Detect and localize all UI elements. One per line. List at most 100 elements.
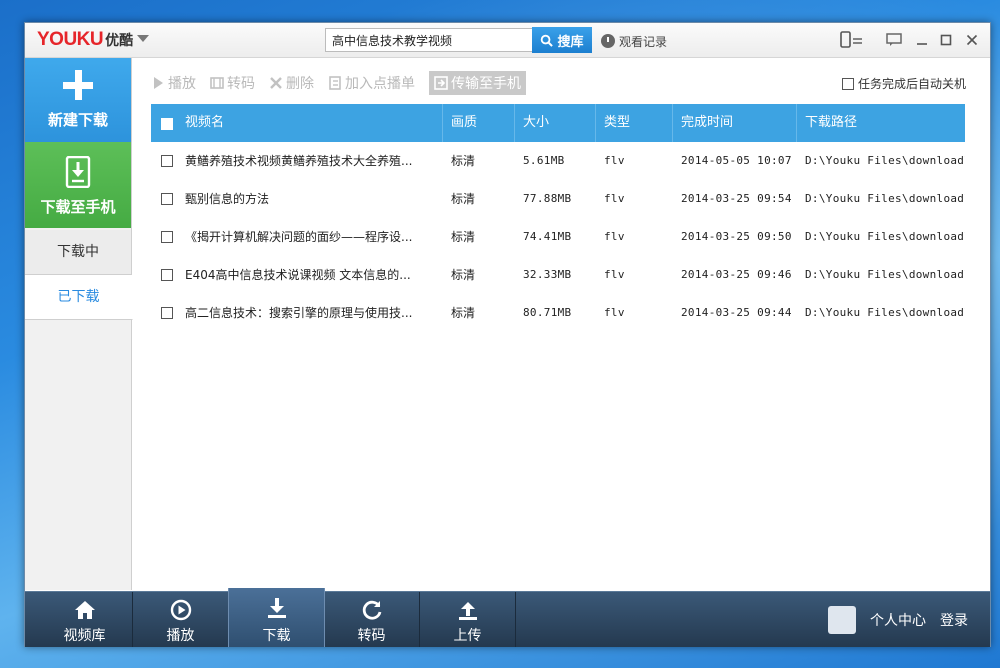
delete-button[interactable]: 删除 bbox=[269, 73, 314, 93]
select-all-checkbox[interactable] bbox=[161, 118, 173, 130]
download-path: D:\Youku Files\download\ bbox=[805, 192, 965, 205]
video-quality: 标清 bbox=[451, 306, 476, 320]
add-to-playlist-button[interactable]: 加入点播单 bbox=[328, 73, 415, 93]
video-type: flv bbox=[604, 230, 625, 243]
search-button-label: 搜库 bbox=[557, 33, 584, 49]
play-button[interactable]: 播放 bbox=[151, 73, 196, 93]
completed-time: 2014-03-25 09:46 bbox=[681, 268, 792, 281]
video-quality: 标清 bbox=[451, 268, 476, 282]
table-row[interactable]: E404高中信息技术说课视频 文本信息的... 标清 32.33MB flv 2… bbox=[151, 256, 965, 294]
row-checkbox[interactable] bbox=[161, 155, 173, 167]
download-to-phone-button[interactable]: 下载至手机 bbox=[25, 142, 131, 228]
video-quality: 标清 bbox=[451, 192, 476, 206]
search-input[interactable] bbox=[325, 28, 538, 52]
clock-icon bbox=[601, 34, 615, 48]
nav-label: 下载 bbox=[262, 628, 291, 644]
youku-window: YOUKU 优酷 搜库 观看记录 bbox=[24, 22, 991, 647]
search-button[interactable]: 搜库 bbox=[532, 27, 592, 53]
nav-play[interactable]: 播放 bbox=[133, 592, 229, 647]
row-checkbox[interactable] bbox=[161, 269, 173, 281]
video-quality: 标清 bbox=[451, 154, 476, 168]
table-row[interactable]: 高二信息技术：搜索引擎的原理与使用技... 标清 80.71MB flv 201… bbox=[151, 294, 965, 332]
play-label: 播放 bbox=[168, 76, 196, 92]
logo-text-cn: 优酷 bbox=[105, 33, 134, 49]
playlist-icon bbox=[329, 76, 341, 90]
transfer-to-phone-label: 传输至手机 bbox=[451, 76, 521, 92]
nav-download[interactable]: 下载 bbox=[228, 588, 325, 647]
phone-download-icon bbox=[65, 156, 91, 188]
user-center-link[interactable]: 个人中心 bbox=[870, 610, 926, 630]
download-path: D:\Youku Files\download\ bbox=[805, 268, 965, 281]
column-header-name[interactable]: 视频名 bbox=[177, 104, 443, 142]
table-row[interactable]: 黄鳝养殖技术视频黄鳝养殖技术大全养殖... 标清 5.61MB flv 2014… bbox=[151, 142, 965, 180]
video-size: 77.88MB bbox=[523, 192, 572, 205]
home-icon bbox=[75, 601, 95, 619]
action-toolbar: 播放 转码 删除 加入点播单 传输至手机 bbox=[151, 71, 526, 95]
nav-label: 转码 bbox=[357, 628, 386, 644]
download-icon bbox=[268, 598, 286, 618]
video-quality: 标清 bbox=[451, 230, 476, 244]
avatar[interactable] bbox=[828, 606, 856, 634]
video-name: 《揭开计算机解决问题的面纱——程序设... bbox=[185, 230, 413, 244]
completed-time: 2014-03-25 09:54 bbox=[681, 192, 792, 205]
youku-logo[interactable]: YOUKU 优酷 bbox=[37, 29, 133, 51]
download-to-phone-label: 下载至手机 bbox=[40, 198, 116, 216]
auto-shutdown-checkbox[interactable] bbox=[841, 77, 854, 90]
auto-shutdown-label: 任务完成后自动关机 bbox=[857, 77, 966, 91]
upload-icon bbox=[459, 602, 477, 620]
maximize-icon[interactable] bbox=[937, 31, 955, 49]
row-checkbox[interactable] bbox=[161, 307, 173, 319]
video-type: flv bbox=[604, 268, 625, 281]
nav-video-library[interactable]: 视频库 bbox=[37, 592, 133, 647]
nav-transcode[interactable]: 转码 bbox=[324, 592, 420, 647]
minimize-icon[interactable] bbox=[913, 31, 931, 49]
bottom-navigation: 视频库 播放 下载 转码 上传 个人中心 登录 bbox=[25, 588, 990, 647]
video-type: flv bbox=[604, 154, 625, 167]
column-header-quality[interactable]: 画质 bbox=[443, 104, 515, 142]
download-path: D:\Youku Files\download\ bbox=[805, 230, 965, 243]
video-size: 80.71MB bbox=[523, 306, 572, 319]
nav-label: 视频库 bbox=[63, 628, 106, 644]
login-link[interactable]: 登录 bbox=[940, 610, 968, 630]
tab-downloaded[interactable]: 已下载 bbox=[25, 275, 133, 320]
completed-time: 2014-03-25 09:44 bbox=[681, 306, 792, 319]
user-area: 个人中心 登录 bbox=[828, 606, 968, 634]
chevron-down-icon[interactable] bbox=[137, 35, 149, 42]
column-header-time[interactable]: 完成时间 bbox=[673, 104, 797, 142]
column-header-size[interactable]: 大小 bbox=[515, 104, 596, 142]
column-header-type[interactable]: 类型 bbox=[596, 104, 673, 142]
column-header-path[interactable]: 下载路径 bbox=[797, 104, 965, 142]
add-to-playlist-label: 加入点播单 bbox=[345, 76, 415, 92]
row-checkbox[interactable] bbox=[161, 231, 173, 243]
delete-x-icon bbox=[270, 77, 282, 89]
video-name: 黄鳝养殖技术视频黄鳝养殖技术大全养殖... bbox=[185, 154, 413, 168]
auto-shutdown-option[interactable]: 任务完成后自动关机 bbox=[841, 75, 966, 92]
video-size: 32.33MB bbox=[523, 268, 572, 281]
nav-upload[interactable]: 上传 bbox=[420, 592, 516, 647]
transfer-to-phone-button[interactable]: 传输至手机 bbox=[429, 71, 526, 95]
transcode-label: 转码 bbox=[227, 76, 255, 92]
search-icon bbox=[541, 34, 554, 47]
download-list: 黄鳝养殖技术视频黄鳝养殖技术大全养殖... 标清 5.61MB flv 2014… bbox=[151, 142, 965, 332]
tab-downloading[interactable]: 下载中 bbox=[25, 230, 131, 275]
transcode-button[interactable]: 转码 bbox=[210, 73, 255, 93]
sidebar: 新建下载 下载至手机 下载中 已下载 bbox=[25, 58, 133, 590]
message-icon[interactable] bbox=[885, 31, 903, 49]
download-path: D:\Youku Files\download\ bbox=[805, 154, 965, 167]
close-icon[interactable] bbox=[963, 31, 981, 49]
phone-sync-icon[interactable] bbox=[840, 31, 864, 49]
watch-history-button[interactable]: 观看记录 bbox=[601, 32, 667, 50]
refresh-icon bbox=[362, 600, 382, 620]
nav-label: 上传 bbox=[453, 628, 482, 644]
table-row[interactable]: 《揭开计算机解决问题的面纱——程序设... 标清 74.41MB flv 201… bbox=[151, 218, 965, 256]
table-row[interactable]: 甄别信息的方法 标清 77.88MB flv 2014-03-25 09:54 … bbox=[151, 180, 965, 218]
film-icon bbox=[210, 77, 224, 89]
video-type: flv bbox=[604, 192, 625, 205]
row-checkbox[interactable] bbox=[161, 193, 173, 205]
new-download-button[interactable]: 新建下载 bbox=[25, 58, 131, 142]
play-circle-icon bbox=[170, 599, 192, 621]
video-type: flv bbox=[604, 306, 625, 319]
video-name: 高二信息技术：搜索引擎的原理与使用技... bbox=[185, 306, 413, 320]
completed-time: 2014-05-05 10:07 bbox=[681, 154, 792, 167]
video-size: 5.61MB bbox=[523, 154, 565, 167]
